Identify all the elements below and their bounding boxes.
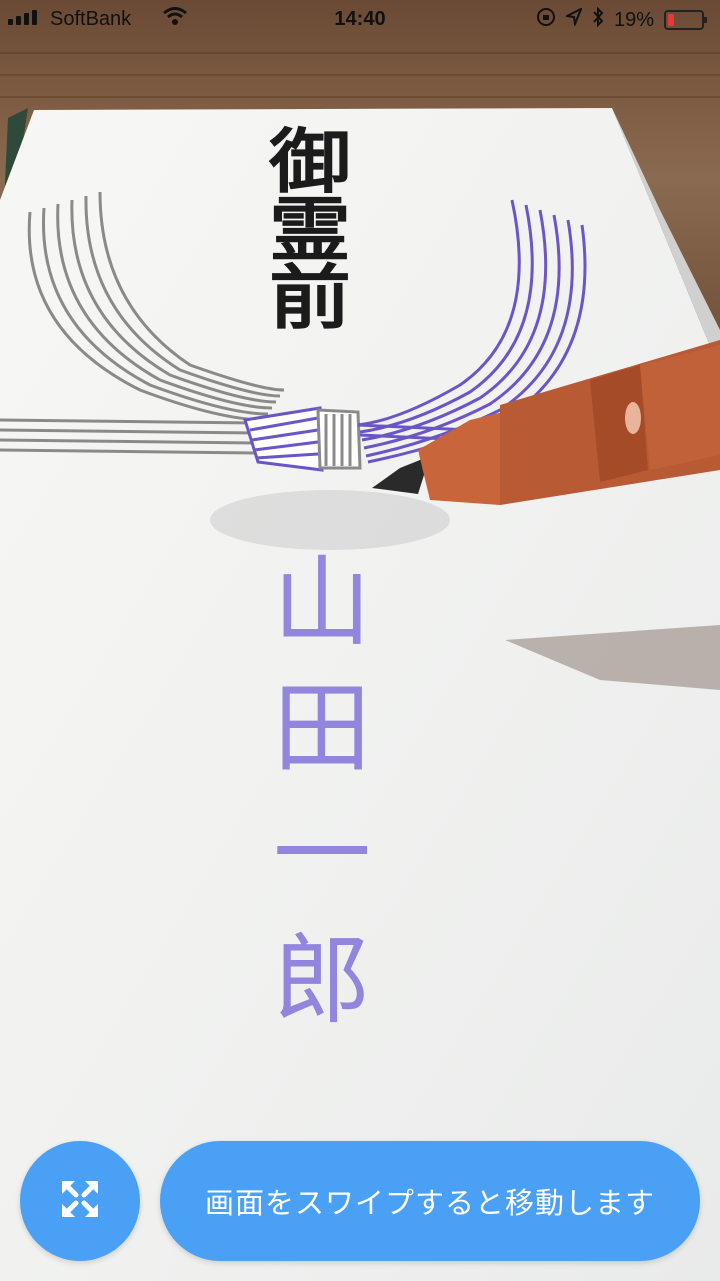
name-char: 一	[272, 798, 371, 912]
name-char: 山	[272, 546, 371, 660]
battery-level	[668, 14, 674, 26]
ar-name-overlay[interactable]: 山 田 一 郎	[262, 540, 382, 1044]
title-char: 前	[268, 257, 351, 339]
swipe-hint-label: 画面をスワイプすると移動します	[204, 1186, 655, 1220]
location-icon	[563, 6, 583, 32]
name-char: 郎	[272, 924, 371, 1038]
battery-icon	[664, 10, 707, 30]
swipe-hint-button[interactable]: 画面をスワイプすると移動します	[160, 1141, 700, 1261]
bluetooth-icon	[592, 6, 604, 33]
expand-button[interactable]	[20, 1141, 140, 1261]
status-bar: SoftBank 14:40 19%	[0, 0, 720, 40]
status-right: 19%	[536, 6, 707, 33]
printed-title: 御 霊 前	[245, 121, 375, 339]
mizuhiki-knot	[243, 406, 362, 472]
orientation-lock-icon	[536, 7, 556, 33]
battery-percent: 19%	[613, 8, 654, 31]
name-char: 田	[272, 672, 371, 786]
expand-arrows-icon	[58, 1177, 102, 1225]
title-char: 御	[268, 121, 351, 203]
ar-camera-view[interactable]: 御 霊 前 山 田 一 郎 SoftBank 14:40 19% 画面をスワイプ…	[0, 0, 720, 1281]
title-char: 霊	[268, 189, 351, 271]
